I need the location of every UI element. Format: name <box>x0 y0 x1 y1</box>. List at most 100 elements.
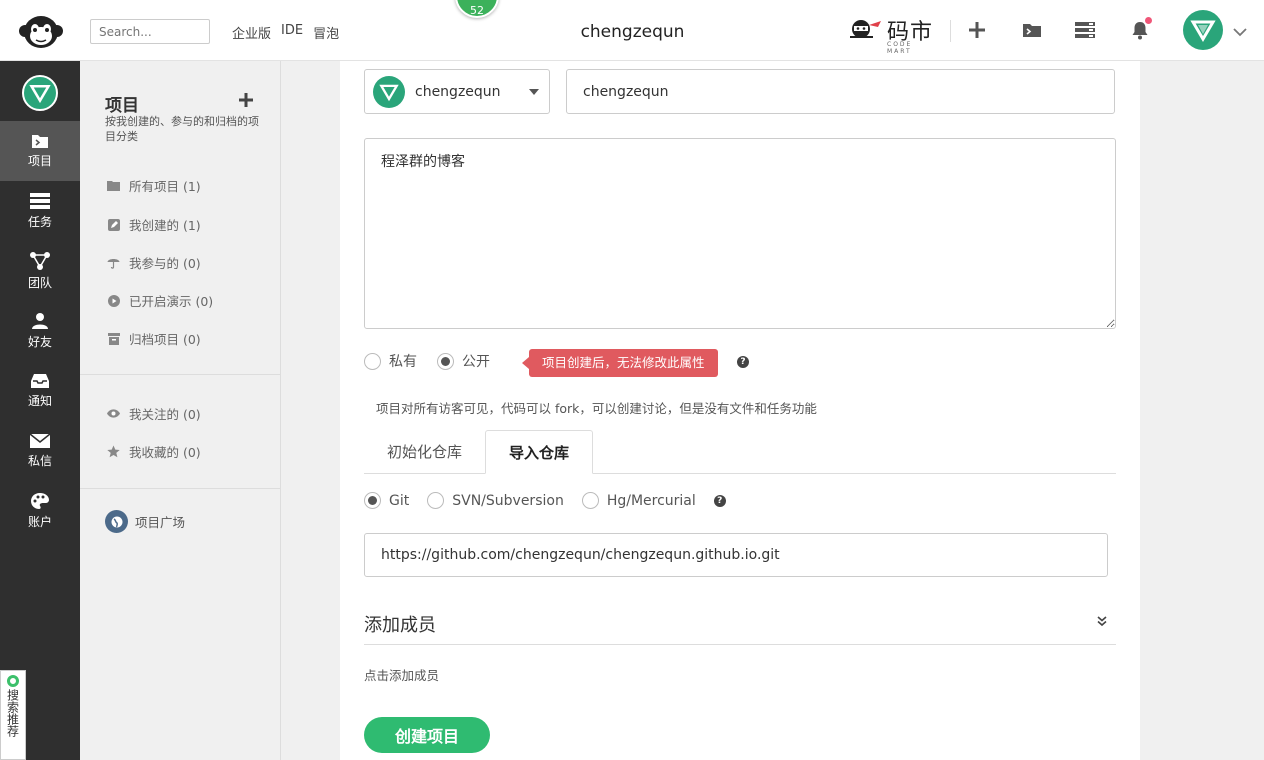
search-input[interactable] <box>90 19 210 44</box>
archive-icon <box>107 332 120 345</box>
sidebar-item-label: 我参与的 (0) <box>129 256 201 271</box>
top-nav: 企业版 IDE 冒泡 <box>232 23 339 42</box>
search-recommend-widget[interactable]: 搜索推荐 <box>0 670 26 760</box>
repo-url-input[interactable] <box>364 533 1108 577</box>
sidebar-description: 按我创建的、参与的和归档的项目分类 <box>105 115 259 143</box>
sidebar-item-label: 任务 <box>27 215 52 229</box>
globe-icon <box>105 510 128 533</box>
radio-circle <box>581 492 599 509</box>
radio-label: 公开 <box>462 354 490 370</box>
members-section-title: 添加成员 <box>364 615 436 636</box>
sidebar-item-team[interactable]: 团队 <box>0 241 80 301</box>
visibility-options: 私有 公开 <box>364 351 490 371</box>
recommend-ring-icon <box>7 675 19 687</box>
sidebar-item-archived[interactable]: 归档项目 (0) <box>107 329 201 348</box>
server-list-icon[interactable] <box>1074 19 1096 41</box>
sidebar-item-label: 项目广场 <box>135 515 186 530</box>
create-project-button[interactable]: 创建项目 <box>364 717 490 753</box>
divider <box>80 488 280 489</box>
radio-private[interactable]: 私有 <box>364 351 417 371</box>
tab-import-repo[interactable]: 导入仓库 <box>485 430 594 474</box>
envelope-icon <box>29 433 51 448</box>
chevron-down-icon[interactable] <box>1233 22 1247 41</box>
folder-icon <box>107 179 120 192</box>
owner-name: chengzequn <box>415 83 501 100</box>
radio-label: 私有 <box>389 354 417 370</box>
radio-circle <box>364 352 381 370</box>
project-sidebar: 项目 按我创建的、参与的和归档的项目分类 所有项目 (1) 我创建的 (1) 我… <box>80 61 281 760</box>
nav-ide-link[interactable]: IDE <box>281 23 303 42</box>
caret-down-icon <box>529 89 539 95</box>
sidebar-item-label: 归档项目 (0) <box>129 332 201 347</box>
codemart-brand-sub: CODE MART <box>887 41 913 55</box>
divider <box>80 374 280 375</box>
user-icon <box>32 313 48 329</box>
sidebar-item-label: 好友 <box>27 335 52 349</box>
sidebar-item-tasks[interactable]: 任务 <box>0 181 80 241</box>
double-chevron-down-icon[interactable] <box>1096 612 1108 631</box>
sidebar-title: 项目 <box>105 96 139 116</box>
project-description-textarea[interactable]: 程泽群的博客 <box>364 138 1116 329</box>
team-icon <box>30 252 50 270</box>
recommend-label: 搜索推荐 <box>5 689 20 737</box>
sidebar-item-label: 通知 <box>27 394 52 408</box>
sidebar-item-label: 已开启演示 (0) <box>129 294 214 309</box>
sidebar-item-created[interactable]: 我创建的 (1) <box>107 215 201 234</box>
sidebar-item-label: 私信 <box>27 454 52 468</box>
help-icon[interactable]: ? <box>713 494 726 507</box>
user-avatar[interactable] <box>1183 10 1223 50</box>
sidebar-item-projects[interactable]: 项目 <box>0 121 80 181</box>
sidebar-item-label: 我关注的 (0) <box>129 407 201 422</box>
visibility-note: 项目对所有访客可见，代码可以 fork，可以创建讨论，但是没有文件和任务功能 <box>376 401 817 416</box>
sidebar-item-notifications[interactable]: 通知 <box>0 361 80 421</box>
sidebar-item-friends[interactable]: 好友 <box>0 301 80 361</box>
floating-count-badge[interactable]: 52 <box>455 0 499 18</box>
radio-public[interactable]: 公开 <box>437 351 490 371</box>
sidebar-item-label: 我创建的 (1) <box>129 218 201 233</box>
project-name-input[interactable] <box>566 69 1115 114</box>
sidebar-item-watching[interactable]: 我关注的 (0) <box>107 404 201 423</box>
tab-init-repo[interactable]: 初始化仓库 <box>364 430 485 474</box>
sidebar-item-messages[interactable]: 私信 <box>0 421 80 481</box>
owner-avatar <box>373 75 405 108</box>
umbrella-icon <box>107 256 120 269</box>
sidebar-item-starred[interactable]: 我收藏的 (0) <box>107 442 201 461</box>
inbox-icon <box>31 374 49 388</box>
eye-icon <box>107 407 120 420</box>
sidebar-item-all-projects[interactable]: 所有项目 (1) <box>107 176 201 195</box>
nav-enterprise-link[interactable]: 企业版 <box>232 23 271 42</box>
coding-monkey-logo-icon[interactable] <box>18 12 64 50</box>
help-icon[interactable]: ? <box>737 356 749 368</box>
tasks-icon <box>30 193 50 209</box>
radio-circle <box>364 492 381 509</box>
add-members-link[interactable]: 点击添加成员 <box>364 665 439 684</box>
radio-hg[interactable]: Hg/Mercurial <box>581 492 696 509</box>
nav-bubble-link[interactable]: 冒泡 <box>313 23 339 42</box>
sidebar-item-label: 项目 <box>27 154 52 168</box>
codemart-logo[interactable]: 码市 CODE MART <box>845 12 933 55</box>
plus-icon[interactable] <box>966 19 988 41</box>
radio-label: Hg/Mercurial <box>606 492 696 509</box>
folder-icon <box>32 135 48 148</box>
sidebar-item-demo[interactable]: 已开启演示 (0) <box>107 291 213 310</box>
visibility-warning-tooltip: 项目创建后，无法修改此属性 <box>522 349 718 377</box>
add-project-icon[interactable] <box>238 89 254 114</box>
folder-terminal-icon[interactable] <box>1021 19 1043 41</box>
star-icon <box>107 445 120 458</box>
repo-tabs: 初始化仓库 导入仓库 <box>364 430 1116 474</box>
sidebar-item-label: 团队 <box>27 276 52 290</box>
radio-circle <box>437 352 454 370</box>
create-project-form: chengzequn 程泽群的博客 私有 公开 项目创建后，无法修改此属性 ? … <box>340 61 1140 760</box>
radio-svn[interactable]: SVN/Subversion <box>427 492 564 509</box>
sidebar-avatar[interactable] <box>22 75 58 111</box>
sidebar-item-account[interactable]: 账户 <box>0 481 80 541</box>
play-circle-icon <box>107 294 120 307</box>
divider <box>950 20 951 42</box>
radio-label: SVN/Subversion <box>452 492 564 509</box>
sidebar-item-plaza[interactable]: 项目广场 <box>105 510 185 533</box>
radio-git[interactable]: Git <box>364 492 409 509</box>
radio-circle <box>427 492 445 509</box>
sidebar-item-joined[interactable]: 我参与的 (0) <box>107 253 201 272</box>
owner-select[interactable]: chengzequn <box>364 69 550 114</box>
main-sidebar: 项目 任务 团队 好友 通知 私信 账户 <box>0 61 80 760</box>
